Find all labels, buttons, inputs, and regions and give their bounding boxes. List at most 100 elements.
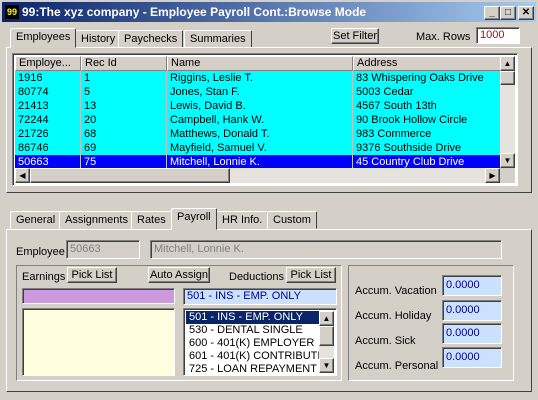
tab-hr-info[interactable]: HR Info. [216, 211, 269, 229]
table-cell: 90 Brook Hollow Circle [353, 113, 500, 127]
accum-sick-field[interactable]: 0.0000 [442, 323, 502, 344]
deduction-selected-field[interactable]: 501 - INS - EMP. ONLY [183, 288, 337, 305]
table-cell: 80774 [15, 85, 81, 99]
tab-history[interactable]: History [75, 30, 122, 48]
close-icon: ✕ [521, 7, 531, 18]
tab-rates[interactable]: Rates [131, 211, 172, 229]
scroll-thumb[interactable] [500, 71, 515, 85]
scroll-down-icon[interactable]: ▼ [319, 358, 334, 373]
table-cell: 21413 [15, 99, 81, 113]
employee-name-field: Mitchell, Lonnie K. [150, 240, 502, 259]
accum-personal-label: Accum. Personal [355, 360, 439, 372]
tab-custom[interactable]: Custom [267, 211, 317, 229]
table-row[interactable]: 1916 1 Riggins, Leslie T. 83 Whispering Oak… [15, 71, 500, 85]
table-cell: Jones, Stan F. [167, 85, 353, 99]
table-row[interactable]: 72244 20 Campbell, Hank W. 90 Brook Hollow … [15, 113, 500, 127]
deductions-scrollbar[interactable]: ▲ ▼ [319, 311, 334, 373]
table-cell: 86746 [15, 141, 81, 155]
minimize-icon: _ [489, 7, 495, 18]
col-header-recid[interactable]: Rec Id [81, 56, 167, 71]
hscroll-thumb[interactable] [30, 168, 230, 183]
earnings-picklist-button[interactable]: Pick List [67, 267, 117, 283]
list-item[interactable]: 501 - INS - EMP. ONLY [186, 311, 319, 324]
title-bar[interactable]: 99 99:The xyz company - Employee Payroll… [2, 2, 536, 22]
maximize-button[interactable]: □ [500, 6, 516, 20]
accum-vacation-field[interactable]: 0.0000 [442, 275, 502, 296]
grid-vertical-scrollbar[interactable]: ▲ ▼ [500, 56, 515, 168]
table-cell: 50663 [15, 155, 81, 168]
table-cell: Campbell, Hank W. [167, 113, 353, 127]
max-rows-label: Max. Rows [416, 31, 471, 43]
deductions-list[interactable]: 501 - INS - EMP. ONLY 530 - DENTAL SINGL… [183, 308, 337, 376]
list-item[interactable]: 725 - LOAN REPAYMENT [186, 363, 319, 375]
tab-paychecks[interactable]: Paychecks [118, 30, 184, 48]
table-cell: Mitchell, Lonnie K. [167, 155, 353, 168]
col-header-name[interactable]: Name [167, 56, 353, 71]
tab-general[interactable]: General [10, 211, 62, 229]
accum-personal-field[interactable]: 0.0000 [442, 347, 502, 368]
earnings-label: Earnings [22, 271, 66, 283]
table-row[interactable]: 21413 13 Lewis, David B. 4567 South 13th [15, 99, 500, 113]
minimize-button[interactable]: _ [484, 6, 500, 20]
table-cell: 69 [81, 141, 167, 155]
table-cell: Mayfield, Samuel V. [167, 141, 353, 155]
tab-payroll[interactable]: Payroll [171, 208, 217, 230]
table-cell: 13 [81, 99, 167, 113]
close-button[interactable]: ✕ [518, 6, 534, 20]
employee-label: Employee [16, 246, 65, 258]
table-cell: 21726 [15, 127, 81, 141]
grid-horizontal-scrollbar[interactable]: ◀ ▶ [15, 168, 500, 183]
max-rows-input[interactable]: 1000 [476, 27, 520, 44]
tab-employees[interactable]: Employees [10, 28, 77, 48]
table-cell: 68 [81, 127, 167, 141]
accum-holiday-label: Accum. Holiday [355, 310, 432, 322]
table-cell: 45 Country Club Drive [353, 155, 500, 168]
table-cell: 4567 South 13th [353, 99, 500, 113]
scroll-up-icon[interactable]: ▲ [319, 311, 334, 326]
table-cell: 1 [81, 71, 167, 85]
accum-holiday-field[interactable]: 0.0000 [442, 300, 502, 321]
table-cell: Matthews, Donald T. [167, 127, 353, 141]
deductions-picklist-button[interactable]: Pick List [286, 267, 336, 283]
table-row[interactable]: 21726 68 Matthews, Donald T. 983 Commerce [15, 127, 500, 141]
table-cell: 5003 Cedar [353, 85, 500, 99]
col-header-address[interactable]: Address [353, 56, 500, 71]
table-cell: 1916 [15, 71, 81, 85]
table-cell: 9376 Southside Drive [353, 141, 500, 155]
accum-vacation-label: Accum. Vacation [355, 285, 437, 297]
earnings-list[interactable] [22, 308, 175, 376]
table-row[interactable]: 80774 5 Jones, Stan F. 5003 Cedar [15, 85, 500, 99]
grid-header: Employe... Rec Id Name Address [15, 56, 500, 71]
tab-summaries[interactable]: Summaries [184, 30, 252, 48]
maximize-icon: □ [504, 7, 512, 18]
list-item[interactable]: 530 - DENTAL SINGLE [186, 324, 319, 337]
employee-grid[interactable]: Employe... Rec Id Name Address 1916 1 Rigg… [12, 53, 518, 186]
table-cell: 83 Whispering Oaks Drive [353, 71, 500, 85]
scroll-up-icon[interactable]: ▲ [500, 56, 515, 71]
table-cell: 75 [81, 155, 167, 168]
col-header-employee[interactable]: Employe... [15, 56, 81, 71]
table-row[interactable]: 50663 75 Mitchell, Lonnie K. 45 Country Clu… [15, 155, 500, 168]
auto-assign-button[interactable]: Auto Assign [148, 267, 210, 283]
list-item[interactable]: 600 - 401(K) EMPLOYER [186, 337, 319, 350]
scroll-thumb[interactable] [319, 326, 334, 346]
window-title: 99:The xyz company - Employee Payroll Co… [22, 5, 367, 19]
table-cell: 72244 [15, 113, 81, 127]
earnings-selected-field[interactable] [22, 288, 175, 304]
table-cell: Riggins, Leslie T. [167, 71, 353, 85]
table-cell: 983 Commerce [353, 127, 500, 141]
tab-assignments[interactable]: Assignments [59, 211, 134, 229]
table-cell: 20 [81, 113, 167, 127]
app-icon: 99 [5, 5, 19, 19]
scroll-right-icon[interactable]: ▶ [485, 168, 500, 183]
table-cell: Lewis, David B. [167, 99, 353, 113]
scroll-corner [500, 168, 515, 183]
scroll-down-icon[interactable]: ▼ [500, 153, 515, 168]
table-row[interactable]: 86746 69 Mayfield, Samuel V. 9376 Southside… [15, 141, 500, 155]
deductions-label: Deductions [229, 271, 285, 283]
set-filter-button[interactable]: Set Filter [331, 28, 379, 44]
employee-id-field: 50663 [66, 240, 140, 259]
scroll-left-icon[interactable]: ◀ [15, 168, 30, 183]
list-item[interactable]: 601 - 401(K) CONTRIBUTIO [186, 350, 319, 363]
accum-sick-label: Accum. Sick [355, 335, 416, 347]
